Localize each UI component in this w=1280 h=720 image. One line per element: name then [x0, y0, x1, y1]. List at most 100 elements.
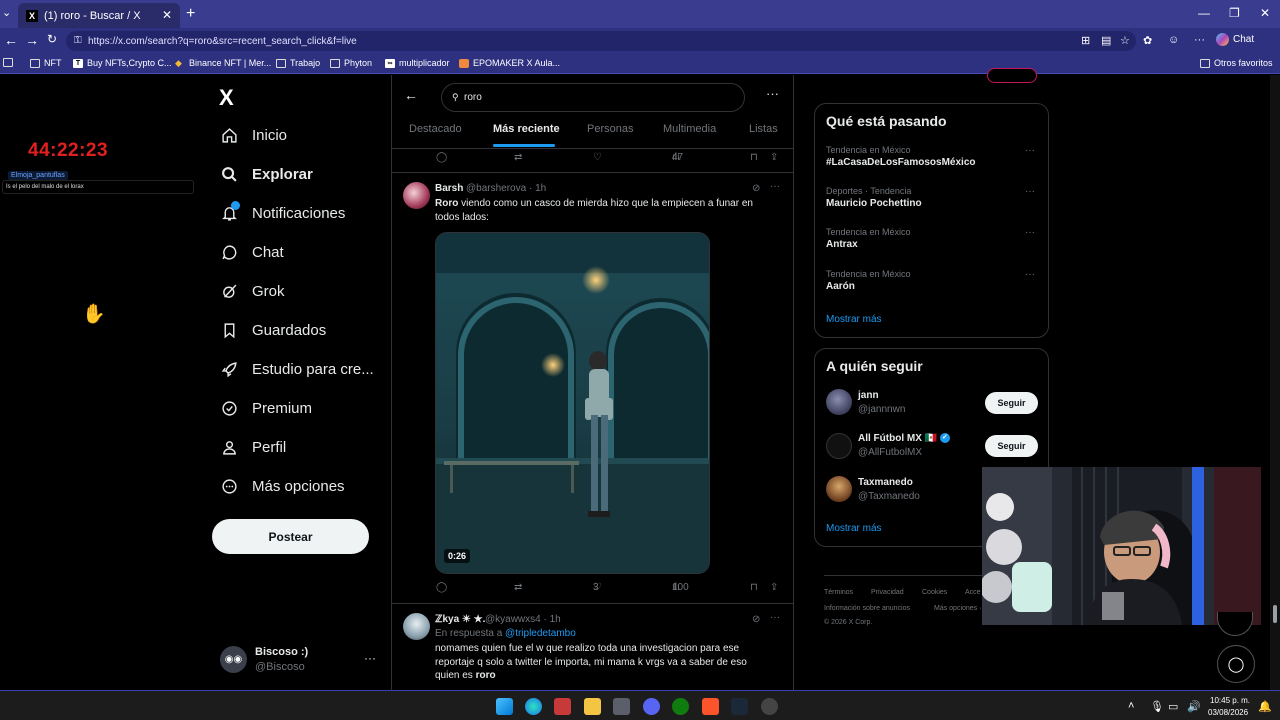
bookmark-epomaker[interactable]: EPOMAKER X Aula... [459, 58, 560, 68]
footer-link-cookies[interactable]: Cookies [922, 589, 947, 596]
trend-item[interactable]: #LaCasaDeLosFamososMéxico [826, 157, 976, 168]
trend-item[interactable]: Aarón [826, 281, 855, 292]
account-switcher[interactable]: ◉◉ Biscoso :) @Biscoso ··· [220, 645, 380, 675]
more-icon[interactable]: ··· [364, 651, 376, 665]
page-scrollbar[interactable] [1270, 75, 1280, 690]
extensions-icon[interactable]: ✿ [1143, 34, 1152, 47]
forward-icon[interactable]: → [25, 32, 39, 48]
taskbar-date[interactable]: 03/08/2026 [1208, 708, 1248, 717]
trend-item[interactable]: Mauricio Pochettino [826, 198, 922, 209]
tweet-more-icon[interactable]: ··· [770, 181, 780, 192]
bookmark-trabajo[interactable]: Trabajo [276, 58, 320, 68]
avatar[interactable] [826, 476, 852, 502]
maximize-icon[interactable]: ❐ [1229, 6, 1240, 20]
tab-listas[interactable]: Listas [749, 123, 778, 135]
url-field[interactable]: ⚿ https://x.com/search?q=roro&src=recent… [66, 31, 1136, 51]
favorite-star-icon[interactable]: ☆ [1120, 34, 1130, 47]
footer-link-terminos[interactable]: Términos [824, 589, 853, 596]
discord-icon[interactable] [643, 698, 660, 715]
close-window-icon[interactable]: ✕ [1260, 6, 1270, 20]
tweet-author-name[interactable]: Barsh [435, 183, 463, 194]
bookmark-nft[interactable]: NFT [30, 58, 62, 68]
tab-multimedia[interactable]: Multimedia [663, 123, 716, 135]
bookmark-binance-nft[interactable]: ◆ Binance NFT | Mer... [175, 58, 271, 68]
tweet-more-icon[interactable]: ··· [770, 612, 780, 623]
avatar[interactable] [826, 389, 852, 415]
scrollbar-thumb[interactable] [1273, 605, 1277, 623]
file-explorer-icon[interactable] [584, 698, 601, 715]
minimize-icon[interactable]: — [1198, 6, 1210, 20]
trends-show-more-link[interactable]: Mostrar más [826, 314, 882, 325]
trend-item[interactable]: Antrax [826, 239, 858, 250]
bookmark-multiplicador[interactable]: ∞ multiplicador [385, 58, 450, 68]
browser-tab-active[interactable]: X (1) roro - Buscar / X ✕ [18, 3, 180, 28]
follow-button[interactable]: Seguir [985, 435, 1038, 457]
profile-avatar-icon[interactable]: ☺ [1168, 34, 1179, 46]
grok-icon[interactable]: ⊘ [752, 183, 760, 194]
xbox-icon[interactable] [672, 698, 689, 715]
app-icon-gray[interactable] [613, 698, 630, 715]
close-tab-icon[interactable]: ✕ [162, 8, 172, 22]
bookmark-icon[interactable]: ⊓ [750, 152, 758, 163]
avatar[interactable] [403, 613, 430, 640]
trend-more-icon[interactable]: ··· [1025, 227, 1035, 238]
reading-view-icon[interactable]: ▤ [1101, 34, 1111, 47]
nav-item-explorar[interactable]: Explorar [220, 165, 313, 183]
trend-more-icon[interactable]: ··· [1025, 269, 1035, 280]
start-windows-icon[interactable] [496, 698, 513, 715]
post-button[interactable]: Postear [212, 519, 369, 554]
site-info-icon[interactable]: ⚿ [74, 35, 82, 46]
back-icon[interactable]: ← [4, 32, 18, 48]
steam-icon[interactable] [731, 698, 748, 715]
grok-fab[interactable] [1217, 612, 1253, 636]
copilot-chat-button[interactable]: Chat [1216, 33, 1254, 46]
bookmark-icon[interactable]: ⊓ [750, 582, 758, 593]
tweet-video[interactable] [435, 232, 710, 574]
nav-item-grok[interactable]: Grok [220, 282, 285, 300]
reload-icon[interactable]: ↻ [47, 32, 57, 46]
follow-name[interactable]: All Fútbol MX 🇲🇽 [858, 433, 937, 444]
follow-name[interactable]: Taxmanedo [858, 477, 913, 488]
back-arrow-icon[interactable]: ← [404, 87, 418, 103]
grok-icon[interactable]: ⊘ [752, 614, 760, 625]
tab-mas-reciente[interactable]: Más reciente [493, 123, 560, 135]
nav-item-premium[interactable]: Premium [220, 399, 312, 417]
edge-browser-icon[interactable] [525, 698, 542, 715]
avatar[interactable] [403, 182, 430, 209]
search-options-icon[interactable]: ··· [766, 86, 779, 101]
split-screen-icon[interactable]: ⊞ [1081, 34, 1090, 47]
reply-icon[interactable]: ◯ [436, 152, 447, 163]
bookmarks-app-icon[interactable] [3, 58, 13, 67]
footer-link-accesibilidad[interactable]: Acce [965, 589, 981, 596]
tweet-author-name[interactable]: ℤkya ☀ ★. [435, 614, 485, 625]
share-icon[interactable]: ⇪ [770, 152, 778, 163]
footer-link-anuncios[interactable]: Información sobre anuncios [824, 605, 910, 612]
app-icon-red[interactable] [554, 698, 571, 715]
reply-handle-link[interactable]: @tripledetambo [505, 628, 576, 639]
nav-item-chat[interactable]: Chat [220, 243, 284, 261]
nav-item-guardados[interactable]: Guardados [220, 321, 326, 339]
trend-more-icon[interactable]: ··· [1025, 186, 1035, 197]
nav-item-notificaciones[interactable]: Notificaciones [220, 201, 345, 222]
footer-link-mas-opciones[interactable]: Más opciones ··· [934, 605, 986, 612]
taskbar-time[interactable]: 10:45 p. m. [1210, 696, 1250, 705]
reply-icon[interactable]: ◯ [436, 582, 447, 593]
like-icon[interactable]: ♡ [593, 152, 602, 163]
x-logo-icon[interactable]: X [219, 85, 234, 111]
follow-show-more-link[interactable]: Mostrar más [826, 523, 882, 534]
messages-fab[interactable]: ◯ [1217, 645, 1255, 683]
share-icon[interactable]: ⇪ [770, 582, 778, 593]
nav-item-inicio[interactable]: Inicio [220, 126, 287, 144]
nav-item-estudio[interactable]: Estudio para cre... [220, 360, 374, 378]
tray-chevron-icon[interactable]: ˄ [1128, 700, 1134, 712]
avatar[interactable] [826, 433, 852, 459]
retweet-icon[interactable]: ⇄ [514, 582, 522, 593]
trend-more-icon[interactable]: ··· [1025, 145, 1035, 156]
follow-button[interactable]: Seguir [985, 392, 1038, 414]
tab-list-chevron-icon[interactable]: ⌄ [2, 6, 11, 19]
search-input[interactable]: ⚲ roro [441, 83, 745, 112]
browser-menu-icon[interactable]: ··· [1194, 34, 1205, 46]
other-favorites[interactable]: Otros favoritos [1200, 58, 1273, 68]
brave-icon[interactable] [702, 698, 719, 715]
follow-name[interactable]: jann [858, 390, 879, 401]
